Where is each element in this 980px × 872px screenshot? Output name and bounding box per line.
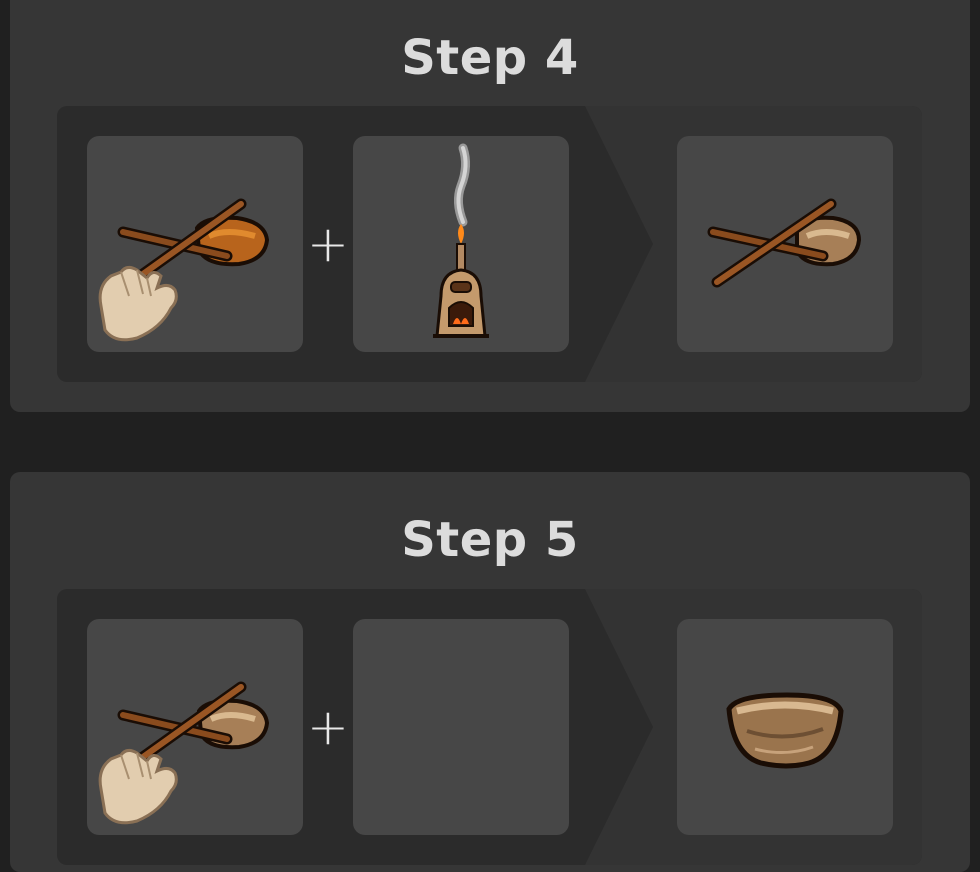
recipe-panel: + bbox=[57, 589, 922, 865]
step-card: Step 5 + bbox=[10, 472, 970, 872]
step-title: Step 4 bbox=[401, 30, 579, 86]
fired-bowl-with-stick-held-icon bbox=[98, 681, 270, 825]
kiln-icon bbox=[433, 143, 489, 338]
stick-and-clay-bowl-held-icon bbox=[98, 198, 270, 342]
ingredient-slot-held-item[interactable] bbox=[87, 619, 303, 835]
ingredient-slot-empty[interactable] bbox=[353, 619, 569, 835]
hand-icon bbox=[98, 265, 178, 342]
fired-bowl-with-stick-icon bbox=[707, 198, 862, 288]
plus-sign: + bbox=[307, 215, 349, 273]
step-title: Step 5 bbox=[401, 512, 579, 568]
result-slot[interactable] bbox=[677, 619, 893, 835]
recipe-panel: + bbox=[57, 106, 922, 382]
ingredient-slot-held-item[interactable] bbox=[87, 136, 303, 352]
step-card: Step 4 + bbox=[10, 0, 970, 412]
plus-sign: + bbox=[307, 698, 349, 756]
ingredient-slot-target[interactable] bbox=[353, 136, 569, 352]
fired-clay-bowl-icon bbox=[726, 692, 844, 769]
hand-icon bbox=[98, 748, 178, 825]
result-slot[interactable] bbox=[677, 136, 893, 352]
